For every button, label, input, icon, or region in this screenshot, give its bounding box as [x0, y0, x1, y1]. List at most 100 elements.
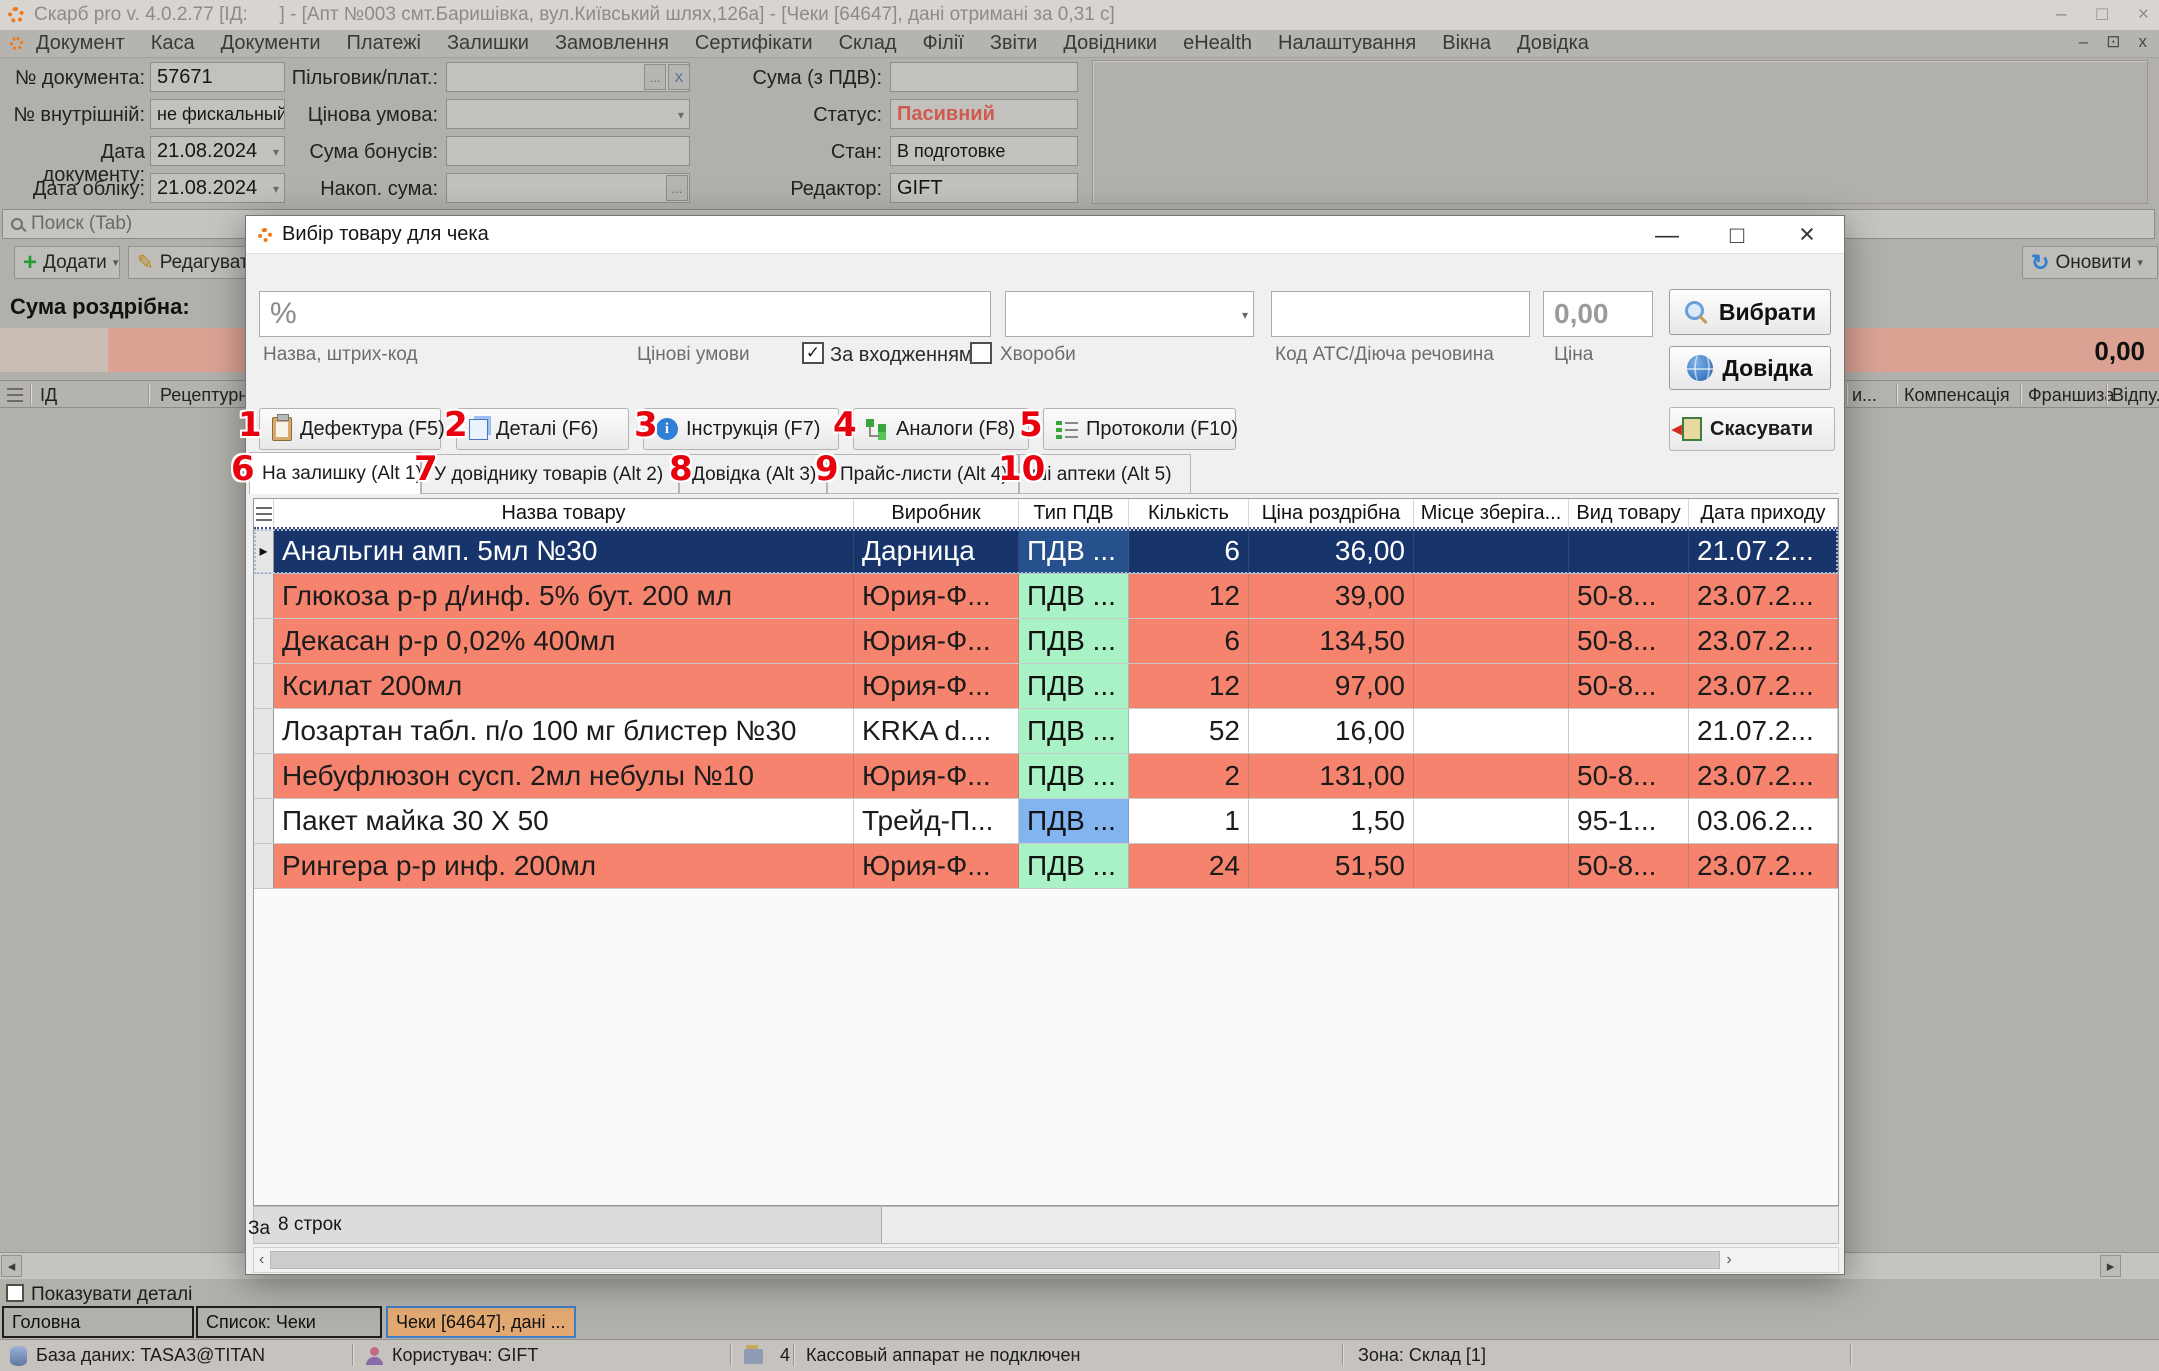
menu-item[interactable]: Філії — [910, 32, 977, 55]
column-header-compensation[interactable]: Компенсація — [1904, 385, 2010, 406]
column-header-storage[interactable]: Місце зберіга... — [1414, 499, 1569, 527]
table-row[interactable]: Глюкоза р-р д/инф. 5% бут. 200 мл Юрия-Ф… — [254, 574, 1838, 619]
bottom-tab-home[interactable]: Головна — [2, 1306, 194, 1338]
scroll-left-button[interactable]: ◂ — [1, 1255, 22, 1277]
table-row[interactable]: Небуфлюзон сусп. 2мл небулы №10 Юрия-Ф..… — [254, 754, 1838, 799]
tab-in-stock[interactable]: На залишку (Alt 1) — [249, 452, 422, 494]
chevron-down-icon[interactable]: ▾ — [1242, 308, 1248, 322]
status-field: Пасивний — [890, 99, 1078, 129]
details-button[interactable]: Деталі (F6) — [456, 408, 629, 450]
menu-item[interactable]: Замовлення — [542, 32, 682, 55]
menu-item[interactable]: eHealth — [1170, 32, 1265, 55]
column-header-franchise[interactable]: Франшиза — [2028, 385, 2114, 406]
accum-sum-label: Накоп. сума: — [320, 178, 438, 200]
menu-item[interactable]: Налаштування — [1265, 32, 1429, 55]
column-header-quantity[interactable]: Кількість — [1129, 499, 1249, 527]
menu-item[interactable]: Залишки — [434, 32, 542, 55]
cell-kind: 50-8... — [1569, 574, 1689, 618]
column-header-manufacturer[interactable]: Виробник — [854, 499, 1019, 527]
cancel-button[interactable]: Скасувати — [1669, 407, 1835, 451]
tab-product-directory[interactable]: У довіднику товарів (Alt 2) — [421, 454, 679, 494]
scroll-right-button[interactable]: ▸ — [2100, 1255, 2121, 1277]
defect-button[interactable]: Дефектура (F5) — [259, 408, 445, 450]
column-header-dispense[interactable]: Відпу... — [2112, 385, 2159, 406]
tab-reference[interactable]: Довідка (Alt 3) — [679, 454, 827, 494]
cell-manufacturer: Дарница — [854, 529, 1019, 573]
bottom-tab-checks[interactable]: Чеки [64647], дані ... — [386, 1306, 576, 1338]
column-header-kind[interactable]: Вид товару — [1569, 499, 1689, 527]
editor-field: GIFT — [890, 173, 1078, 203]
app-logo-icon — [10, 37, 23, 50]
column-header-name[interactable]: Назва товару — [274, 499, 854, 527]
status-bar: База даних: TASA3@TITAN Користувач: GIFT… — [0, 1339, 2159, 1371]
menu-item[interactable]: Документи — [208, 32, 334, 55]
accum-browse-button[interactable]: ... — [666, 175, 688, 201]
protocols-button[interactable]: Протоколи (F10) — [1043, 408, 1238, 450]
window-close-button[interactable]: × — [2138, 4, 2149, 26]
menu-item[interactable]: Вікна — [1429, 32, 1504, 55]
menu-item[interactable]: Довідка — [1504, 32, 1602, 55]
price-condition-select[interactable]: ▾ — [446, 99, 690, 129]
scroll-left-button[interactable]: ‹ — [254, 1251, 264, 1269]
refresh-button[interactable]: ↻ Оновити ▾ — [2022, 246, 2158, 279]
diseases-checkbox[interactable] — [970, 342, 992, 364]
column-header-vat[interactable]: Тип ПДВ — [1019, 499, 1129, 527]
chevron-down-icon[interactable]: ▾ — [678, 108, 684, 122]
beneficiary-clear-button[interactable]: X — [668, 64, 690, 90]
app-logo-icon — [8, 7, 24, 23]
dialog-horizontal-scrollbar[interactable]: ‹ › — [253, 1247, 1839, 1273]
price-terms-select[interactable]: ▾ — [1005, 291, 1254, 337]
column-header-fragment[interactable]: и... — [1852, 385, 1877, 406]
show-details-checkbox[interactable] — [6, 1284, 24, 1302]
info-icon: i — [656, 418, 678, 440]
table-row[interactable]: Пакет майка 30 Х 50 Трейд-П... ПДВ ... 1… — [254, 799, 1838, 844]
beneficiary-browse-button[interactable]: ... — [644, 64, 666, 90]
window-maximize-button[interactable]: □ — [2096, 4, 2107, 26]
accum-sum-field[interactable] — [446, 173, 690, 203]
annotation-mark-10: 10 — [998, 449, 1046, 489]
cell-quantity: 1 — [1129, 799, 1249, 843]
table-header-row: Назва товару Виробник Тип ПДВ Кількість … — [254, 499, 1838, 529]
menu-item[interactable]: Платежі — [334, 32, 434, 55]
column-header-id[interactable]: ІД — [40, 385, 57, 406]
help-button[interactable]: Довідка — [1669, 346, 1831, 390]
sum-vat-field[interactable] — [890, 62, 1078, 92]
menu-item[interactable]: Сертифікати — [682, 32, 826, 55]
entry-match-checkbox[interactable]: ✓ — [802, 342, 824, 364]
product-search-input[interactable]: % — [259, 291, 991, 337]
table-row[interactable]: ▸ Анальгин амп. 5мл №30 Дарница ПДВ ... … — [254, 529, 1838, 574]
table-row[interactable]: Лозартан табл. п/о 100 мг блистер №30 KR… — [254, 709, 1838, 754]
scroll-right-button[interactable]: › — [1726, 1251, 1731, 1269]
table-row[interactable]: Декасан р-р 0,02% 400мл Юрия-Ф... ПДВ ..… — [254, 619, 1838, 664]
column-header-price[interactable]: Ціна роздрібна — [1249, 499, 1414, 527]
menu-item[interactable]: Каса — [138, 32, 208, 55]
column-header-arrival-date[interactable]: Дата приходу — [1689, 499, 1838, 527]
menu-item[interactable]: Склад — [826, 32, 910, 55]
menu-item[interactable]: Документ — [23, 32, 138, 55]
annotation-mark-6: 6 — [231, 449, 255, 489]
annotation-mark-7: 7 — [414, 449, 438, 489]
bonus-sum-field[interactable] — [446, 136, 690, 166]
menu-item[interactable]: Звіти — [977, 32, 1050, 55]
instruction-button[interactable]: i Інструкція (F7) — [643, 408, 839, 450]
atc-code-input[interactable] — [1271, 291, 1530, 337]
dialog-minimize-button[interactable]: — — [1644, 222, 1690, 250]
tab-price-lists[interactable]: Прайс-листи (Alt 4) — [827, 454, 1019, 494]
row-marker — [254, 799, 274, 843]
menu-item[interactable]: Довідники — [1050, 32, 1170, 55]
scrollbar-thumb[interactable] — [270, 1251, 1721, 1269]
add-button[interactable]: + Додати ▾ — [14, 246, 120, 279]
mdi-restore-button[interactable]: ⊡ — [2106, 32, 2120, 52]
mdi-minimize-button[interactable]: – — [2079, 32, 2088, 52]
table-row[interactable]: Рингера р-р инф. 200мл Юрия-Ф... ПДВ ...… — [254, 844, 1838, 889]
bottom-tab-list[interactable]: Список: Чеки — [196, 1306, 382, 1338]
price-input[interactable]: 0,00 — [1543, 291, 1653, 337]
analogs-button[interactable]: Аналоги (F8) — [853, 408, 1029, 450]
window-minimize-button[interactable]: – — [2056, 4, 2067, 26]
select-button[interactable]: Вибрати — [1669, 289, 1831, 335]
dialog-maximize-button[interactable]: □ — [1714, 222, 1760, 250]
dialog-close-button[interactable]: × — [1784, 219, 1830, 250]
mdi-close-button[interactable]: x — [2139, 32, 2148, 52]
cell-arrival-date: 23.07.2... — [1689, 844, 1838, 888]
table-row[interactable]: Ксилат 200мл Юрия-Ф... ПДВ ... 12 97,00 … — [254, 664, 1838, 709]
